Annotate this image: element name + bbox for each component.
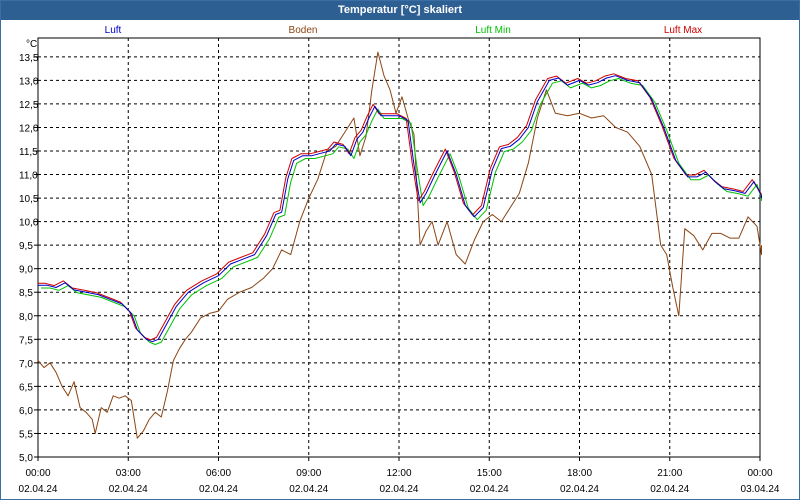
- x-tick-time: 21:00: [657, 468, 682, 479]
- legend-item-luft-min: Luft Min: [475, 25, 511, 36]
- legend-item-luft-max: Luft Max: [664, 25, 702, 36]
- y-axis: °C 5,0 5,5 6,0 6,5 7,0 7,5 8,0 8,5 9,0 9,5 10,0 10,5…: [19, 39, 39, 464]
- y-tick-label: 7,0: [19, 359, 33, 370]
- y-tick-label: 13,0: [19, 76, 39, 87]
- x-tick-date: 02.04.24: [199, 484, 238, 495]
- x-tick-date: 02.04.24: [560, 484, 599, 495]
- x-tick-time: 00:00: [747, 468, 772, 479]
- temperature-chart: °C 5,0 5,5 6,0 6,5 7,0 7,5 8,0 8,5 9,0 9,5 10,0 10,5…: [19, 25, 780, 495]
- x-tick-time: 09:00: [296, 468, 321, 479]
- x-tick-time: 06:00: [206, 468, 231, 479]
- y-unit-label: °C: [26, 39, 37, 50]
- y-tick-label: 5,0: [19, 453, 33, 464]
- x-tick-date: 02.04.24: [380, 484, 419, 495]
- x-tick-time: 03:00: [116, 468, 141, 479]
- y-tick-label: 8,0: [19, 312, 33, 323]
- x-tick-date: 02.04.24: [109, 484, 148, 495]
- y-tick-label: 6,0: [19, 406, 33, 417]
- y-tick-label: 13,5: [19, 53, 39, 64]
- x-tick-date: 02.04.24: [289, 484, 328, 495]
- y-tick-label: 12,5: [19, 100, 39, 111]
- y-tick-label: 11,5: [19, 147, 38, 158]
- y-tick-label: 11,0: [19, 171, 38, 182]
- x-tick-time: 00:00: [25, 468, 50, 479]
- y-tick-label: 5,5: [19, 429, 33, 440]
- legend-item-luft: Luft: [105, 25, 122, 36]
- legend: Luft Boden Luft Min Luft Max: [105, 25, 703, 36]
- series-line-luft-max: [38, 73, 762, 341]
- legend-item-boden: Boden: [289, 25, 318, 36]
- y-tick-label: 6,5: [19, 382, 33, 393]
- x-tick-date: 02.04.24: [470, 484, 509, 495]
- x-tick-time: 15:00: [477, 468, 502, 479]
- x-tick-time: 12:00: [386, 468, 411, 479]
- x-tick-date: 02.04.24: [19, 484, 58, 495]
- x-tick-date: 02.04.24: [650, 484, 689, 495]
- y-tick-label: 10,0: [19, 218, 39, 229]
- series-line-luft: [38, 75, 762, 343]
- series-line-luft-min: [41, 78, 762, 345]
- y-tick-label: 12,0: [19, 123, 39, 134]
- y-tick-label: 7,5: [19, 335, 33, 346]
- y-tick-label: 10,5: [19, 194, 39, 205]
- y-tick-label: 9,5: [19, 241, 33, 252]
- x-tick-date: 03.04.24: [741, 484, 780, 495]
- x-axis: 00:00 02.04.24 03:00 02.04.24 06:00 02.04.24 0…: [19, 457, 780, 495]
- y-tick-label: 8,5: [19, 288, 33, 299]
- y-tick-label: 9,0: [19, 265, 33, 276]
- x-tick-time: 18:00: [567, 468, 592, 479]
